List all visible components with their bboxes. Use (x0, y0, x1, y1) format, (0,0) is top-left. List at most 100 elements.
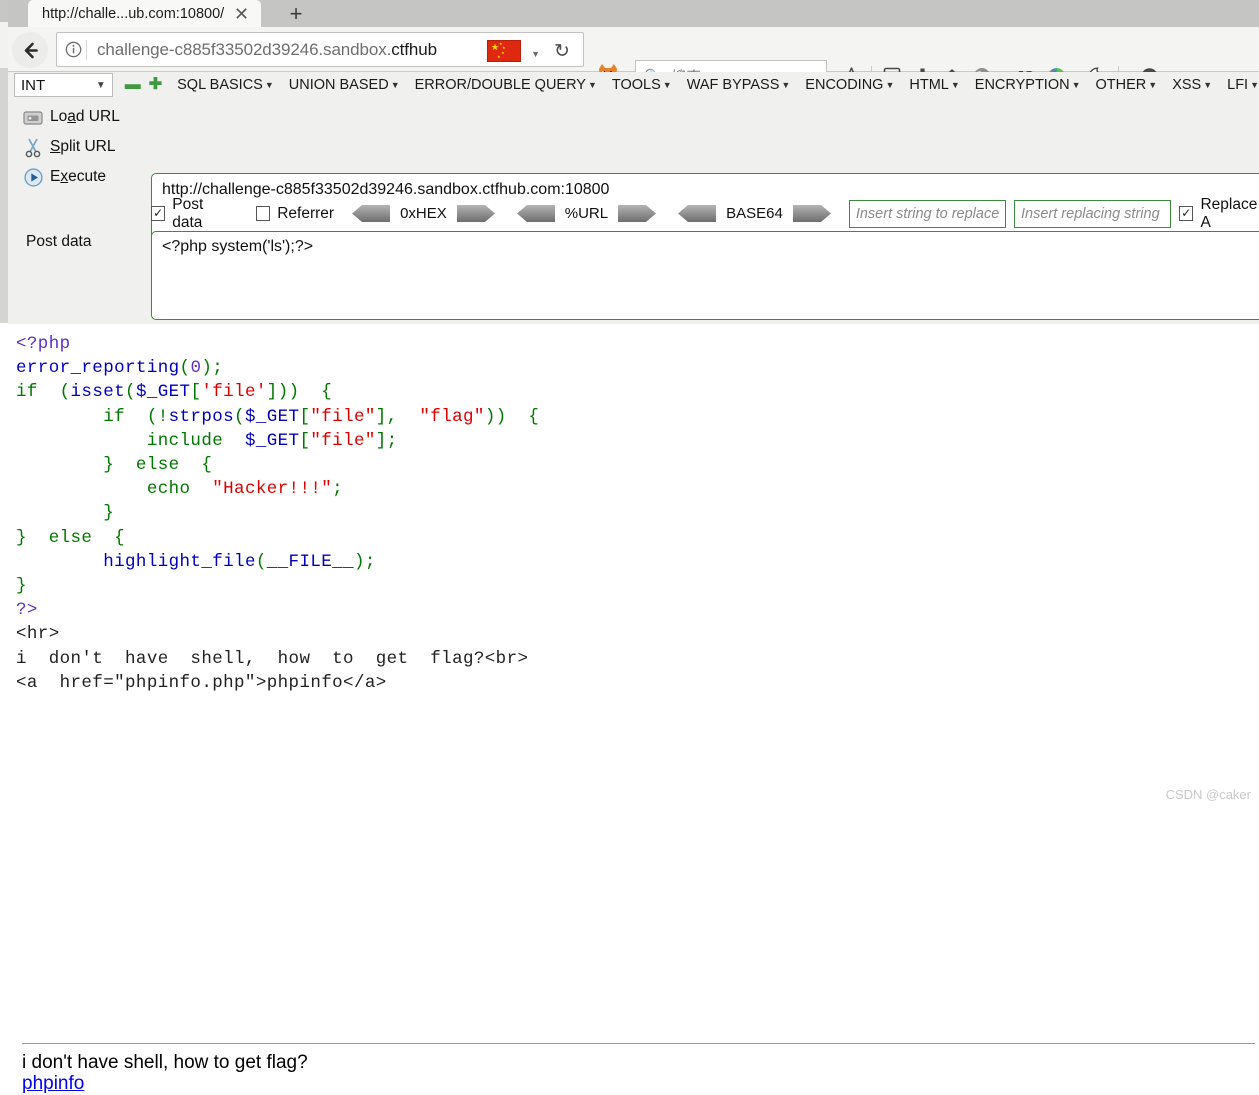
info-circle-icon[interactable] (60, 41, 86, 58)
code-line: if (!strpos($_GET["file"], "flag")) { (16, 405, 539, 429)
code-token: include (16, 430, 245, 451)
close-icon[interactable]: ✕ (232, 4, 251, 23)
code-token: error_reporting (16, 358, 180, 379)
post-data-section-label: Post data (26, 233, 92, 250)
check-icon: ✓ (153, 206, 164, 220)
code-token: [ (299, 430, 311, 451)
menu-label: ERROR/DOUBLE QUERY (414, 77, 586, 93)
code-token: "flag" (419, 406, 485, 427)
chevron-down-icon: ▼ (1250, 80, 1259, 90)
code-token: __FILE__ (266, 551, 354, 572)
code-token: isset (70, 382, 126, 403)
replace-search-input[interactable]: Insert string to replace (848, 199, 1007, 228)
menu-sql-basics[interactable]: SQL BASICS ▼ (177, 77, 274, 93)
encoder-label: 0xHEX (400, 205, 447, 222)
minus-icon[interactable]: ▬ (125, 77, 141, 93)
code-token: ( (179, 358, 191, 379)
code-token: } else { (16, 455, 213, 476)
menu-waf-bypass[interactable]: WAF BYPASS ▼ (687, 77, 791, 93)
chevron-down-icon: ▼ (95, 79, 106, 91)
horizontal-rule (22, 1043, 1255, 1044)
hackbar-type-select[interactable]: INT ▼ (14, 73, 113, 97)
chevron-down-icon: ▼ (662, 80, 672, 90)
encode-arrow-right-icon[interactable] (456, 204, 495, 223)
url-bar[interactable]: challenge-c885f33502d39246.sandbox.ctfhu… (56, 32, 584, 67)
chevron-down-icon: ▼ (1071, 80, 1081, 90)
code-token: } else { (16, 527, 126, 548)
menu-html[interactable]: HTML ▼ (909, 77, 959, 93)
hackbar-actions: Load URL Split URL Execute (16, 102, 146, 192)
encoder-label: %URL (564, 205, 609, 222)
code-token: if (16, 382, 38, 403)
code-token: $_GET (244, 406, 300, 427)
chevron-down-icon[interactable]: ▼ (531, 49, 540, 59)
load-url-label: Load URL (50, 108, 120, 125)
decode-arrow-left-icon[interactable] (352, 204, 391, 223)
phpinfo-link[interactable]: phpinfo (22, 1073, 84, 1095)
back-arrow-icon[interactable] (12, 32, 48, 68)
code-token: ( (125, 382, 136, 403)
split-url-button[interactable]: Split URL (16, 132, 146, 162)
execute-play-icon (16, 167, 50, 188)
code-token: } (16, 576, 27, 597)
menu-union-based[interactable]: UNION BASED ▼ (289, 77, 400, 93)
code-token: "file" (310, 430, 376, 451)
code-token: ; (364, 551, 376, 572)
code-token: if (! (16, 406, 169, 427)
code-token: 0 (190, 358, 202, 379)
decode-arrow-left-icon[interactable] (516, 204, 555, 223)
menu-encoding[interactable]: ENCODING ▼ (805, 77, 894, 93)
replace-all-checkbox[interactable]: ✓ (1179, 206, 1194, 221)
code-token: ; (212, 358, 224, 379)
post-data-label: Post data (172, 195, 204, 231)
chevron-down-icon: ▼ (264, 80, 274, 90)
split-url-label: Split URL (50, 138, 116, 155)
sliver-seg-hackbar (0, 68, 8, 323)
menu-lfi[interactable]: LFI ▼ (1227, 77, 1259, 93)
encoder-base64[interactable]: BASE64 (678, 204, 831, 223)
code-token: <hr> (16, 624, 60, 645)
encoder-url[interactable]: %URL (516, 204, 657, 223)
flag-star-5: ★ (497, 54, 501, 59)
execute-label: Execute (50, 168, 107, 185)
menu-tools[interactable]: TOOLS ▼ (612, 77, 672, 93)
browser-tab-strip: http://challe...ub.com:10800/ ✕ + (0, 0, 1259, 27)
code-token: ) (201, 358, 213, 379)
referrer-label: Referrer (277, 204, 335, 222)
encode-arrow-right-icon[interactable] (618, 204, 657, 223)
menu-error-double-query[interactable]: ERROR/DOUBLE QUERY ▼ (415, 77, 597, 93)
plus-icon[interactable]: + (272, 0, 320, 27)
browser-navigation-bar: challenge-c885f33502d39246.sandbox.ctfhu… (0, 27, 1259, 92)
browser-tab[interactable]: http://challe...ub.com:10800/ ✕ (28, 0, 261, 27)
menu-other[interactable]: OTHER ▼ (1096, 77, 1158, 93)
flag-star-main: ★ (491, 42, 500, 52)
encoder-label: BASE64 (726, 205, 783, 222)
post-data-checkbox[interactable]: ✓ (151, 206, 166, 221)
reload-icon[interactable]: ↻ (550, 40, 574, 62)
flag-star-4: ★ (501, 50, 505, 55)
referrer-checkbox[interactable] (255, 206, 271, 221)
decode-arrow-left-icon[interactable] (678, 204, 717, 223)
menu-label: WAF BYPASS (686, 77, 780, 93)
code-token: i don't have shell, how to get flag?<br> (16, 648, 529, 669)
encode-arrow-right-icon[interactable] (792, 204, 831, 223)
code-token: <a href="phpinfo.php">phpinfo</a> (16, 672, 387, 693)
execute-button[interactable]: Execute (16, 162, 146, 192)
plus-icon[interactable]: ✚ (149, 77, 162, 93)
code-token: ( (255, 551, 267, 572)
chevron-down-icon: ▼ (885, 80, 895, 90)
menu-encryption[interactable]: ENCRYPTION ▼ (975, 77, 1081, 93)
encoder-0xhex[interactable]: 0xHEX (352, 204, 495, 223)
load-url-button[interactable]: Load URL (16, 102, 146, 132)
replace-with-input[interactable]: Insert replacing string (1014, 199, 1172, 228)
code-line: } else { (16, 526, 539, 550)
code-token: "file" (310, 406, 376, 427)
code-line: include $_GET["file"]; (16, 429, 539, 453)
code-token: ; (332, 479, 344, 500)
post-data-textarea[interactable]: <?php system('ls');?> (151, 231, 1259, 320)
code-token: strpos (168, 406, 235, 427)
menu-label: OTHER (1095, 77, 1147, 93)
menu-xss[interactable]: XSS ▼ (1172, 77, 1212, 93)
window-left-edge (0, 0, 8, 810)
